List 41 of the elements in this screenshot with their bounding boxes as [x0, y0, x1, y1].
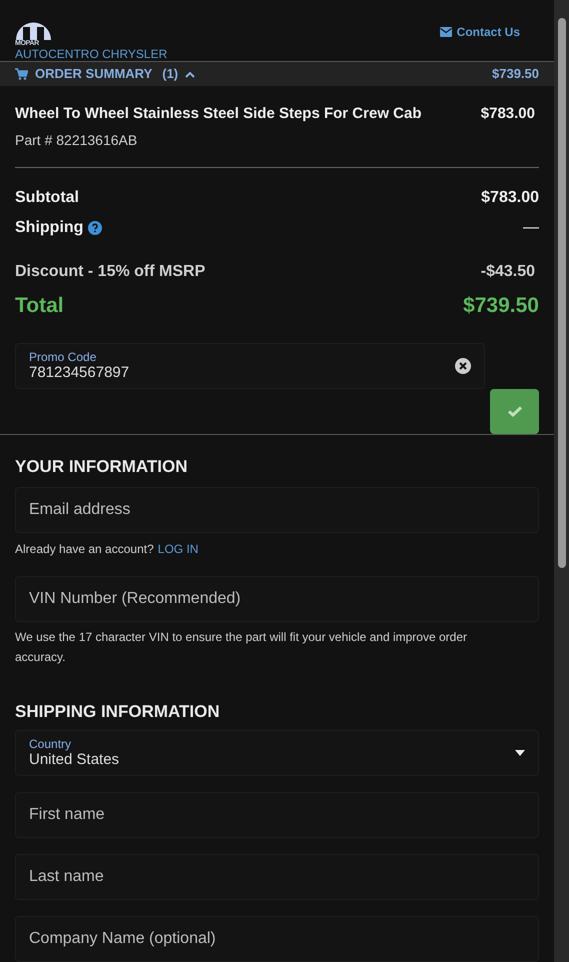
- total-label: Subtotal: [15, 188, 79, 208]
- order-summary-label: ORDER SUMMARY: [35, 65, 152, 84]
- total-label: Shipping: [15, 218, 84, 238]
- order-summary-bar[interactable]: ORDER SUMMARY (1) $739.50: [0, 62, 554, 86]
- product-name: Wheel To Wheel Stainless Steel Side Steps For Crew Cab: [15, 104, 422, 124]
- summary-total: $739.50: [492, 65, 539, 84]
- part-number: Part # 82213616AB: [15, 130, 138, 150]
- promo-code-label: Promo Code: [29, 350, 98, 364]
- section-heading: SHIPPING INFORMATION: [15, 700, 221, 722]
- total-value: -$43.50: [480, 262, 535, 282]
- vin-note: We use the 17 character VIN to ensure the part will fit your vehicle and improve order accuracy.: [15, 628, 468, 666]
- contact-link[interactable]: Contact Us: [440, 24, 520, 40]
- caret-icon: [185, 70, 196, 78]
- check-icon: [508, 406, 522, 417]
- cart-icon: [15, 68, 28, 80]
- total-label: Discount - 15% off MSRP: [15, 262, 206, 282]
- total-value: $783.00: [481, 188, 539, 208]
- promo-code-value: 781234567897: [29, 364, 130, 382]
- text-field[interactable]: Email address: [15, 486, 539, 532]
- account-prompt: Already have an account?: [15, 540, 154, 558]
- section-heading: YOUR INFORMATION: [15, 456, 189, 478]
- help-icon[interactable]: [88, 220, 102, 234]
- total-value: —: [523, 218, 539, 238]
- product-price: $783.00: [480, 104, 535, 124]
- text-field[interactable]: Company Name (optional): [15, 916, 539, 962]
- country-value: United States: [29, 751, 120, 769]
- login-link[interactable]: LOG IN: [158, 540, 198, 558]
- promo-code-field[interactable]: Promo Code 781234567897: [15, 343, 485, 389]
- item-count: (1): [162, 65, 178, 84]
- clear-icon[interactable]: [455, 358, 471, 374]
- total-label: Total: [15, 292, 64, 318]
- text-field[interactable]: First name: [15, 792, 539, 838]
- envelope-icon: [440, 27, 452, 37]
- scrollbar[interactable]: [554, 0, 569, 962]
- country-select[interactable]: Country United States: [15, 730, 539, 776]
- country-label: Country: [29, 737, 72, 751]
- dropdown-icon: [515, 750, 525, 756]
- text-field[interactable]: VIN Number (Recommended): [15, 576, 539, 622]
- total-value: $739.50: [463, 292, 539, 318]
- text-field[interactable]: Last name: [15, 854, 539, 900]
- dealer-name[interactable]: AUTOCENTRO CHRYSLER: [15, 48, 168, 61]
